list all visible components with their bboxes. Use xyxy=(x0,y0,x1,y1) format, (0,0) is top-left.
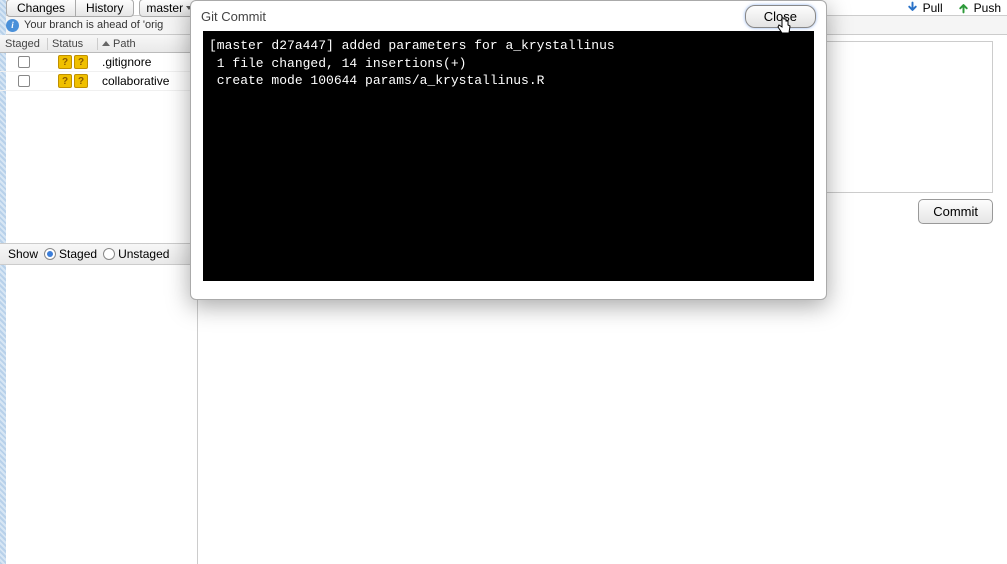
status-unknown-icon: ? xyxy=(58,55,72,69)
dialog-header: Git Commit Close xyxy=(191,1,826,31)
push-button[interactable]: Push xyxy=(957,1,1001,15)
status-unknown-icon: ? xyxy=(74,74,88,88)
file-row[interactable]: ? ? .gitignore xyxy=(0,53,197,72)
history-tab[interactable]: History xyxy=(75,0,134,17)
status-unknown-icon: ? xyxy=(74,55,88,69)
file-path: collaborative xyxy=(98,74,197,88)
column-staged[interactable]: Staged xyxy=(0,38,48,50)
show-staged-radio[interactable]: Staged xyxy=(44,247,97,261)
show-unstaged-label: Unstaged xyxy=(118,247,169,261)
radio-icon xyxy=(44,248,56,260)
commit-output-terminal: [master d27a447] added parameters for a_… xyxy=(203,31,814,281)
branch-name: master xyxy=(146,1,183,15)
close-button[interactable]: Close xyxy=(745,5,816,28)
changes-tab[interactable]: Changes xyxy=(6,0,76,17)
radio-icon xyxy=(103,248,115,260)
show-unstaged-radio[interactable]: Unstaged xyxy=(103,247,169,261)
dialog-title: Git Commit xyxy=(201,9,266,24)
file-list-panel: Staged Status Path ? ? .gitignore ? ? co… xyxy=(0,35,198,564)
sort-ascending-icon xyxy=(102,41,110,46)
show-filter-bar: Show Staged Unstaged xyxy=(0,243,197,265)
file-path: .gitignore xyxy=(98,55,197,69)
stage-checkbox[interactable] xyxy=(18,56,30,68)
branch-status-text: Your branch is ahead of 'orig xyxy=(24,19,163,31)
pull-arrow-down-icon xyxy=(906,1,919,14)
show-staged-label: Staged xyxy=(59,247,97,261)
info-icon: i xyxy=(6,19,19,32)
status-unknown-icon: ? xyxy=(58,74,72,88)
push-arrow-up-icon xyxy=(957,1,970,14)
show-label: Show xyxy=(8,247,38,261)
stage-checkbox[interactable] xyxy=(18,75,30,87)
column-path[interactable]: Path xyxy=(98,38,197,50)
push-label: Push xyxy=(974,1,1001,15)
column-status[interactable]: Status xyxy=(48,38,98,50)
file-list-header: Staged Status Path xyxy=(0,35,197,53)
column-path-label: Path xyxy=(113,38,136,50)
file-row[interactable]: ? ? collaborative xyxy=(0,72,197,91)
pull-button[interactable]: Pull xyxy=(906,1,943,15)
pull-label: Pull xyxy=(923,1,943,15)
git-commit-dialog: Git Commit Close [master d27a447] added … xyxy=(190,0,827,300)
commit-button[interactable]: Commit xyxy=(918,199,993,224)
